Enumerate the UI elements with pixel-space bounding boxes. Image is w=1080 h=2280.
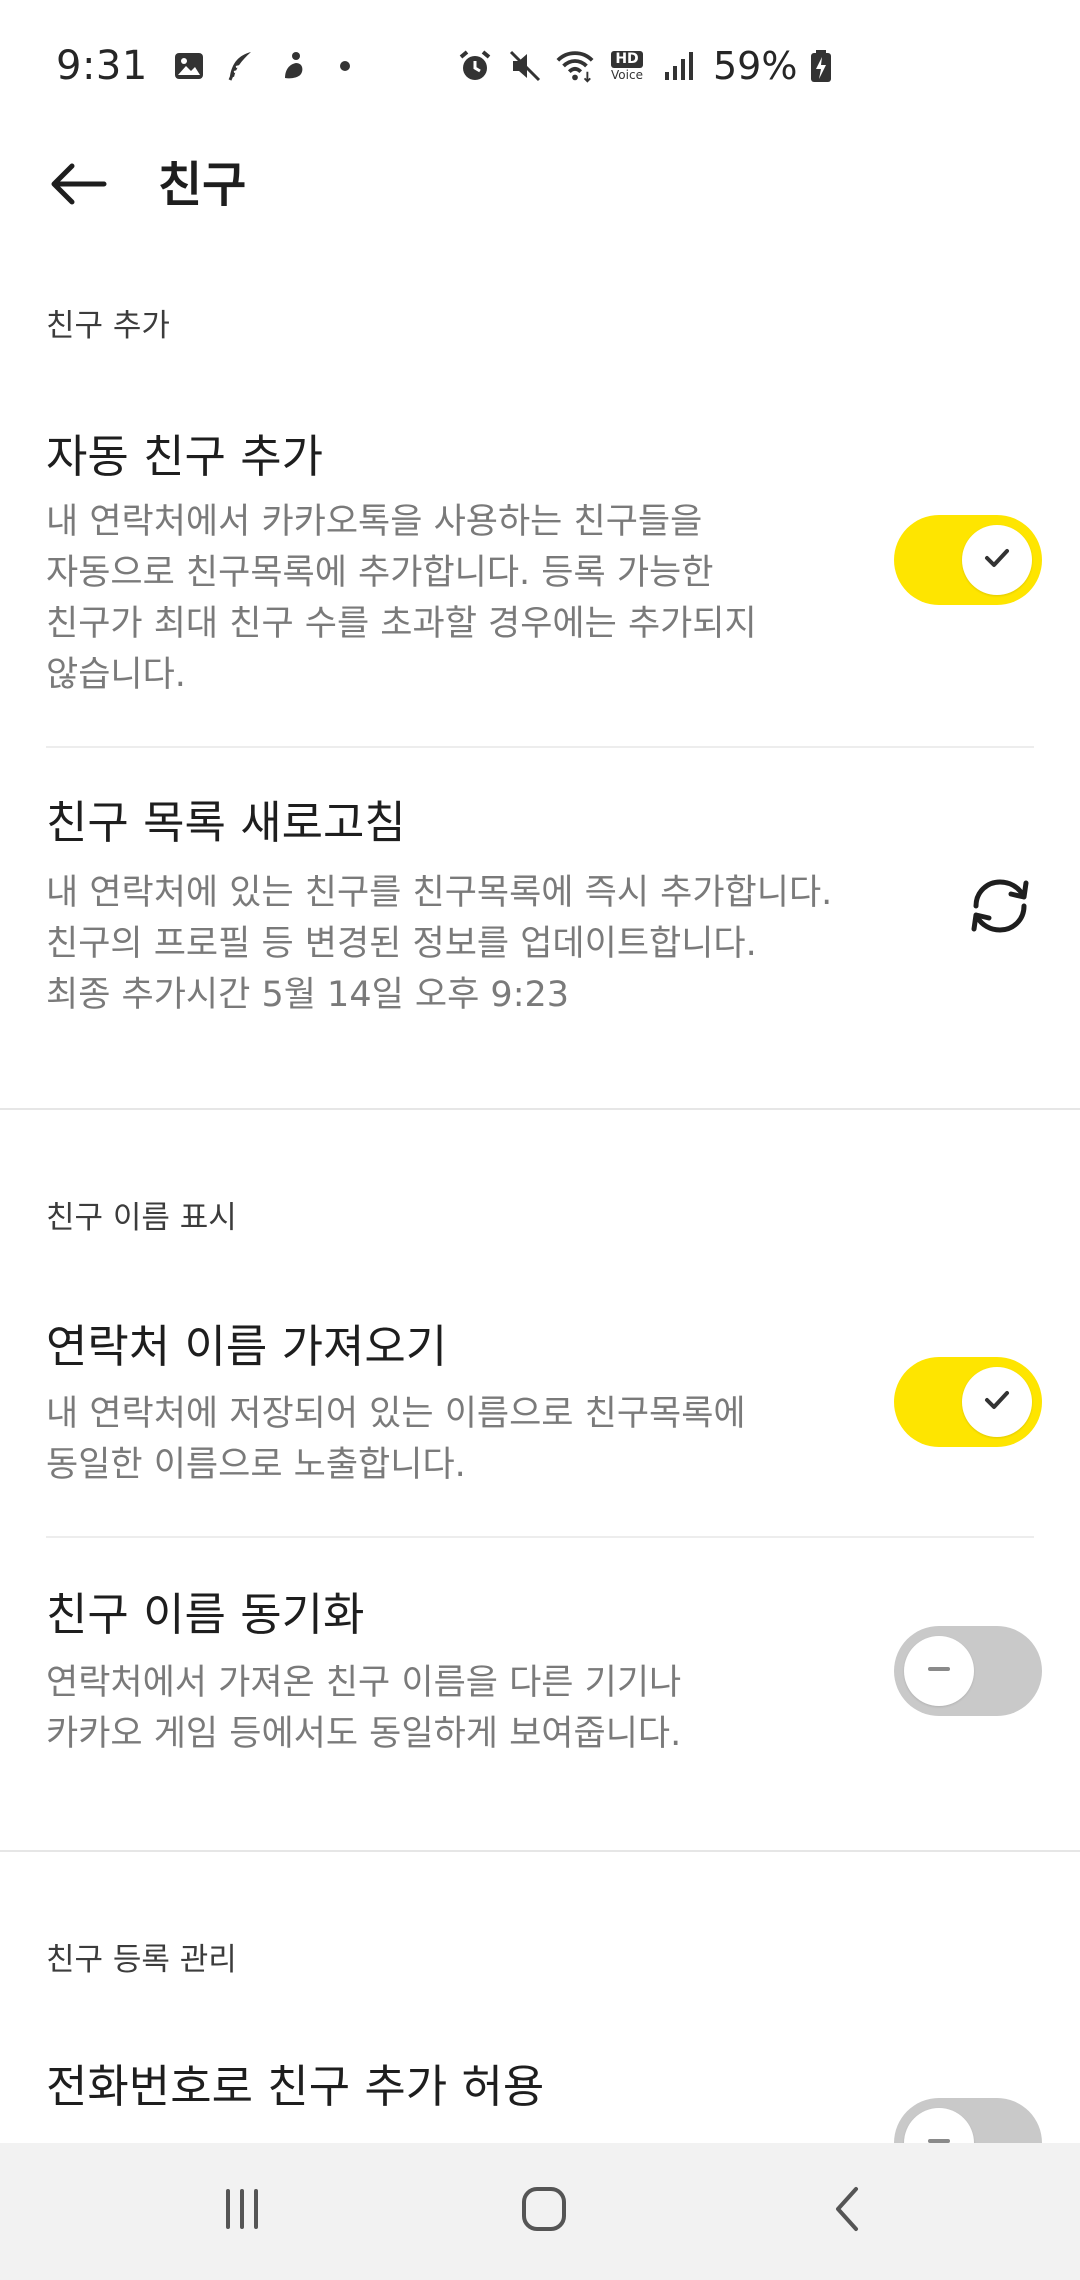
dot-icon bbox=[326, 47, 364, 85]
import-contact-names-toggle[interactable] bbox=[894, 1357, 1042, 1447]
name-sync-title: 친구 이름 동기화 bbox=[46, 1588, 365, 1641]
import-contact-names-title: 연락처 이름 가져오기 bbox=[46, 1320, 448, 1373]
wifi-icon bbox=[555, 46, 595, 86]
auto-add-title: 자동 친구 추가 bbox=[46, 430, 324, 483]
section-divider bbox=[0, 1108, 1080, 1110]
app-bar: 친구 bbox=[0, 130, 1080, 242]
status-right: HD Voice 59% bbox=[455, 38, 851, 94]
home-icon bbox=[518, 2183, 570, 2239]
auto-add-toggle[interactable] bbox=[894, 515, 1042, 605]
page-title: 친구 bbox=[158, 157, 247, 213]
runner-icon bbox=[274, 47, 312, 85]
home-button[interactable] bbox=[494, 2171, 594, 2251]
section-header-add-friends: 친구 추가 bbox=[46, 308, 170, 344]
minus-icon bbox=[922, 1652, 956, 1690]
alarm-icon bbox=[455, 46, 495, 86]
toggle-knob bbox=[904, 1636, 974, 1706]
back-button[interactable] bbox=[30, 150, 126, 222]
gallery-icon bbox=[170, 47, 208, 85]
section-divider bbox=[0, 1850, 1080, 1852]
refresh-title: 친구 목록 새로고침 bbox=[46, 796, 406, 849]
refresh-icon bbox=[964, 870, 1036, 946]
recent-apps-button[interactable] bbox=[192, 2171, 292, 2251]
back-nav-button[interactable] bbox=[798, 2171, 898, 2251]
toggle-knob bbox=[962, 1367, 1032, 1437]
refresh-description: 내 연락처에 있는 친구를 친구목록에 즉시 추가합니다. 친구의 프로필 등 … bbox=[46, 873, 833, 1015]
refresh-button[interactable] bbox=[960, 868, 1040, 948]
status-bar: 9:31 HD Voice 59% bbox=[0, 0, 1080, 130]
recent-apps-icon bbox=[218, 2185, 266, 2237]
battery-percent: 59% bbox=[713, 44, 798, 88]
allow-phone-add-title: 전화번호로 친구 추가 허용 bbox=[46, 2060, 545, 2113]
auto-add-description: 내 연락처에서 카카오톡을 사용하는 친구들을 자동으로 친구목록에 추가합니다… bbox=[46, 502, 757, 695]
status-clock: 9:31 bbox=[56, 43, 148, 89]
arrow-left-icon bbox=[48, 160, 108, 212]
mute-icon bbox=[505, 46, 545, 86]
check-icon bbox=[980, 1383, 1014, 1421]
check-icon bbox=[980, 541, 1014, 579]
import-contact-names-description: 내 연락처에 저장되어 있는 이름으로 친구목록에 동일한 이름으로 노출합니다… bbox=[46, 1394, 746, 1485]
name-sync-toggle[interactable] bbox=[894, 1626, 1042, 1716]
navigation-bar bbox=[0, 2143, 1080, 2280]
battery-icon bbox=[801, 46, 841, 86]
section-header-name-display: 친구 이름 표시 bbox=[46, 1200, 237, 1236]
back-nav-icon bbox=[824, 2185, 872, 2237]
feather-icon bbox=[222, 47, 260, 85]
notification-icons bbox=[170, 47, 378, 85]
signal-icon bbox=[659, 46, 699, 86]
status-left: 9:31 bbox=[56, 38, 378, 94]
section-header-registration: 친구 등록 관리 bbox=[46, 1942, 237, 1978]
toggle-knob bbox=[962, 525, 1032, 595]
row-divider bbox=[46, 1536, 1034, 1538]
name-sync-description: 연락처에서 가져온 친구 이름을 다른 기기나 카카오 게임 등에서도 동일하게… bbox=[46, 1663, 682, 1754]
row-divider bbox=[46, 746, 1034, 748]
hd-voice-icon: HD Voice bbox=[611, 50, 643, 82]
